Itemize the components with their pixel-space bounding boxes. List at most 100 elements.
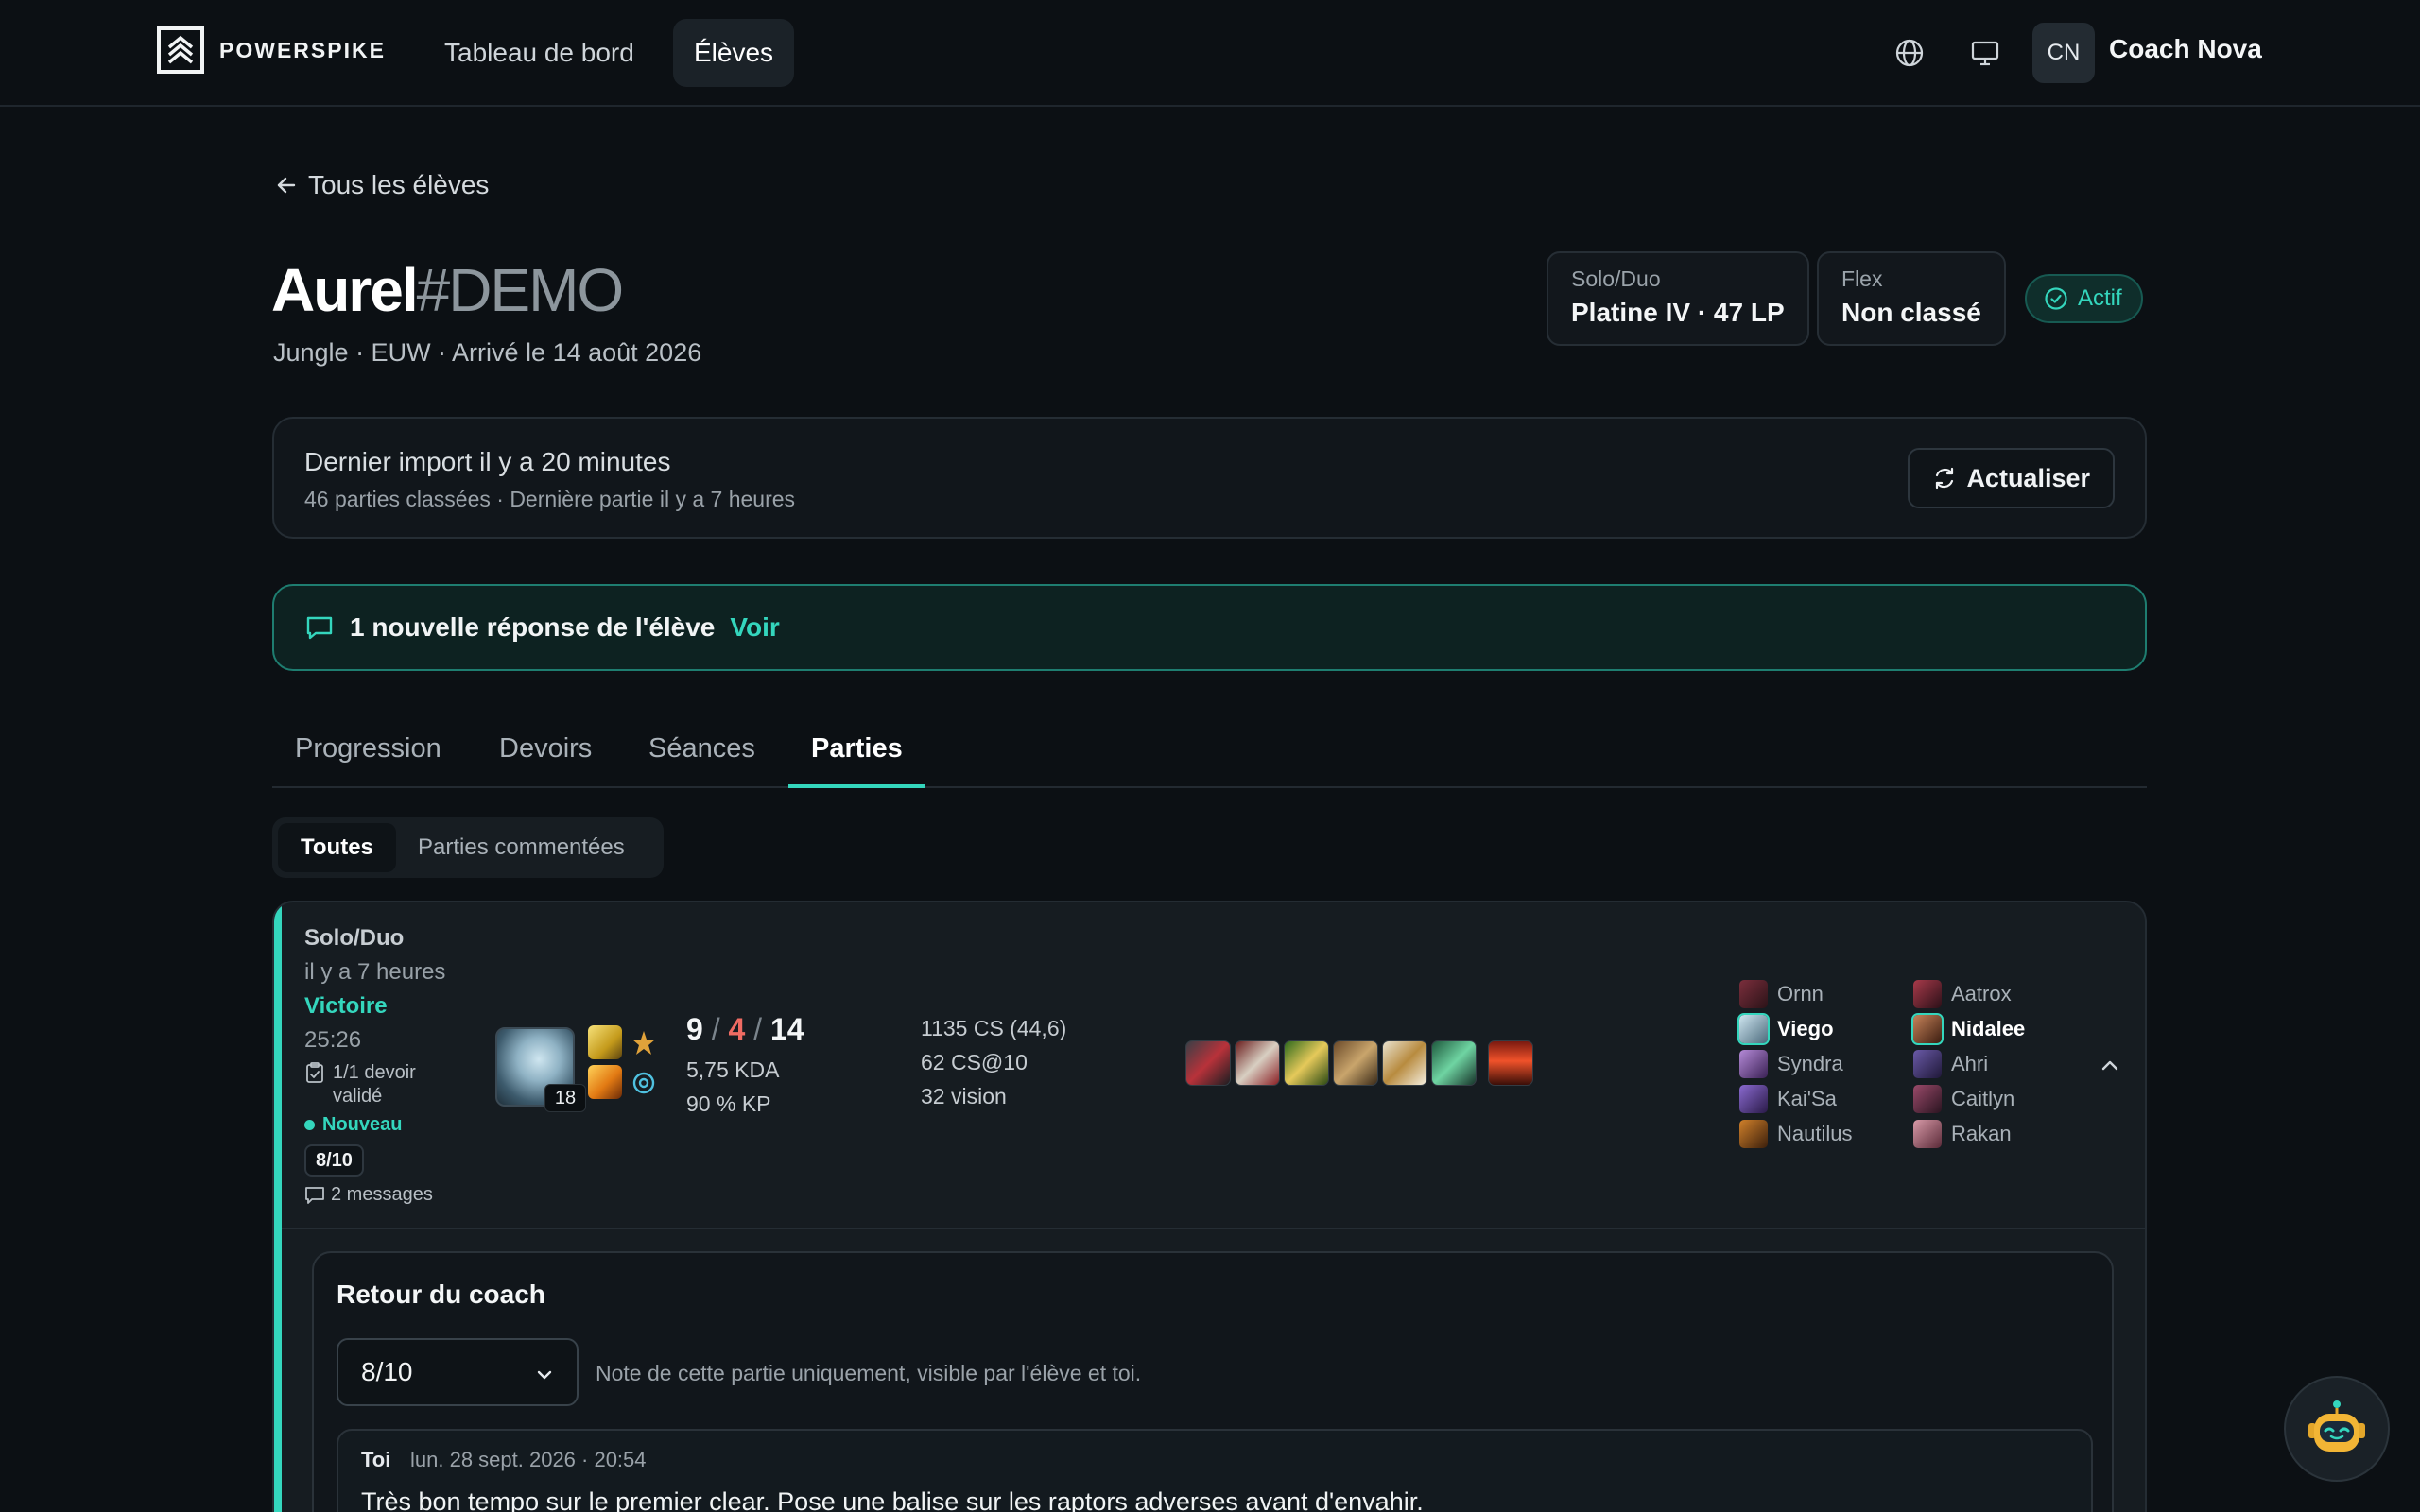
arrow-left-icon: [277, 177, 296, 194]
item-slot-1-icon: [1185, 1040, 1231, 1086]
aatrox-champion-icon: [1913, 980, 1942, 1008]
keystone-rune-icon: [628, 1027, 660, 1059]
tab-devoirs[interactable]: Devoirs: [476, 733, 614, 788]
clipboard-check-icon: [306, 1062, 323, 1083]
win-accent-bar: [274, 902, 282, 1512]
summoner-spell-flash-icon: [588, 1025, 622, 1059]
trinket-slot-icon: [1488, 1040, 1533, 1086]
refresh-button[interactable]: Actualiser: [1908, 448, 2115, 508]
messages-label: 2 messages: [331, 1184, 433, 1205]
match-duration: 25:26: [304, 1027, 362, 1053]
ornn-champion-icon: [1739, 980, 1768, 1008]
language-globe-icon[interactable]: [1889, 32, 1930, 74]
ally-player-row[interactable]: Ornn: [1739, 980, 1824, 1008]
assistant-robot-button[interactable]: [2284, 1376, 2390, 1482]
enemy-name: Aatrox: [1951, 982, 2012, 1005]
vision-stat: 32 vision: [921, 1084, 1007, 1108]
import-title: Dernier import il y a 20 minutes: [304, 447, 671, 476]
kda-score: 9 / 4 / 14: [686, 1012, 804, 1047]
nav-link-students[interactable]: Élèves: [673, 19, 795, 87]
display-monitor-icon[interactable]: [1964, 32, 2006, 74]
kills: 9: [686, 1012, 703, 1046]
kaisa-champion-icon: [1739, 1085, 1768, 1113]
comment-date: lun. 28 sept. 2026 · 20:54: [410, 1448, 647, 1471]
deaths: 4: [728, 1012, 746, 1046]
ally-name: Nautilus: [1777, 1122, 1853, 1145]
match-time-ago: il y a 7 heures: [304, 959, 446, 985]
enemy-player-row[interactable]: Aatrox: [1913, 980, 2012, 1008]
tab-progression[interactable]: Progression: [272, 733, 464, 788]
item-slot-4-icon: [1333, 1040, 1378, 1086]
cs-at-10-stat: 62 CS@10: [921, 1050, 1028, 1074]
chevron-down-icon: [533, 1363, 556, 1393]
new-badge: Nouveau: [304, 1114, 402, 1136]
robot-icon: [2308, 1400, 2365, 1452]
filter-commented[interactable]: Parties commentées: [395, 823, 648, 872]
match-result: Victoire: [304, 993, 388, 1019]
syndra-champion-icon: [1739, 1050, 1768, 1078]
ahri-champion-icon: [1913, 1050, 1942, 1078]
ally-player-row[interactable]: Viego: [1737, 1013, 1834, 1045]
new-dot-icon: [304, 1120, 315, 1130]
match-filter: Toutes Parties commentées: [272, 817, 664, 878]
ally-name: Syndra: [1777, 1052, 1843, 1075]
chevron-up-icon[interactable]: [2098, 1054, 2122, 1083]
refresh-icon: [1936, 467, 1954, 490]
rakan-champion-icon: [1913, 1120, 1942, 1148]
match-queue: Solo/Duo: [304, 925, 405, 951]
user-avatar[interactable]: CN: [2032, 23, 2095, 83]
tab-seances[interactable]: Séances: [626, 733, 778, 788]
tab-parties[interactable]: Parties: [788, 733, 925, 788]
enemy-name: Ahri: [1951, 1052, 1989, 1075]
enemy-player-row[interactable]: Rakan: [1913, 1120, 2012, 1148]
top-navigation: POWERSPIKE Tableau de bord Élèves CN Coa…: [0, 0, 2420, 107]
refresh-label: Actualiser: [1966, 463, 2090, 492]
ally-player-row[interactable]: Syndra: [1739, 1050, 1843, 1078]
notice-view-link[interactable]: Voir: [730, 612, 779, 643]
secondary-rune-icon: [628, 1067, 660, 1099]
player-name: Aurel: [271, 256, 419, 324]
back-to-students-link[interactable]: Tous les élèves: [274, 170, 489, 200]
brand-logo[interactable]: POWERSPIKE: [157, 26, 386, 74]
brand-name: POWERSPIKE: [219, 37, 386, 62]
status-badge: Actif: [2025, 274, 2143, 323]
ally-player-row[interactable]: Kai'Sa: [1739, 1085, 1837, 1113]
kill-participation: 90 % KP: [686, 1091, 771, 1116]
rank-queue-label: Flex: [1841, 266, 1883, 291]
item-slot-2-icon: [1235, 1040, 1280, 1086]
feedback-title: Retour du coach: [337, 1280, 545, 1309]
cs-stat: 1135 CS (44,6): [921, 1016, 1067, 1040]
homework-label: 1/1 devoir validé: [333, 1062, 416, 1107]
ally-player-row[interactable]: Nautilus: [1739, 1120, 1852, 1148]
message-square-icon: [306, 616, 333, 640]
status-label: Actif: [2078, 285, 2122, 311]
grade-note: Note de cette partie uniquement, visible…: [596, 1361, 1142, 1385]
check-circle-icon: [2045, 287, 2067, 310]
player-tag: #DEMO: [416, 256, 625, 324]
enemy-player-row[interactable]: Nidalee: [1911, 1013, 2026, 1045]
message-square-icon: [305, 1186, 324, 1204]
enemy-player-row[interactable]: Ahri: [1913, 1050, 1988, 1078]
comment-author: Toi: [361, 1448, 391, 1471]
notice-message: 1 nouvelle réponse de l'élève: [350, 612, 716, 642]
enemy-player-row[interactable]: Caitlyn: [1913, 1085, 2014, 1113]
messages-count: 2 messages: [304, 1184, 433, 1206]
new-label: Nouveau: [322, 1114, 403, 1135]
caitlyn-champion-icon: [1913, 1085, 1942, 1113]
student-tabs: Progression Devoirs Séances Parties: [272, 720, 2147, 788]
filter-all[interactable]: Toutes: [278, 823, 396, 872]
nav-link-dashboard[interactable]: Tableau de bord: [424, 19, 655, 87]
grade-select-value: 8/10: [361, 1357, 413, 1386]
grade-select[interactable]: 8/10: [337, 1338, 579, 1406]
champion-level: 18: [544, 1084, 586, 1112]
enemy-name: Nidalee: [1951, 1017, 2026, 1040]
enemy-name: Caitlyn: [1951, 1087, 2015, 1110]
coach-comment: Toi lun. 28 sept. 2026 · 20:54 Très bon …: [337, 1429, 2093, 1512]
comment-text: Très bon tempo sur le premier clear. Pos…: [361, 1487, 1424, 1512]
rank-value: Platine IV · 47 LP: [1571, 298, 1785, 327]
grade-badge: 8/10: [304, 1144, 364, 1177]
user-name[interactable]: Coach Nova: [2109, 34, 2262, 64]
viego-champion-icon: [1737, 1013, 1770, 1045]
ally-name: Viego: [1777, 1017, 1834, 1040]
kda-ratio: 5,75 KDA: [686, 1057, 780, 1082]
